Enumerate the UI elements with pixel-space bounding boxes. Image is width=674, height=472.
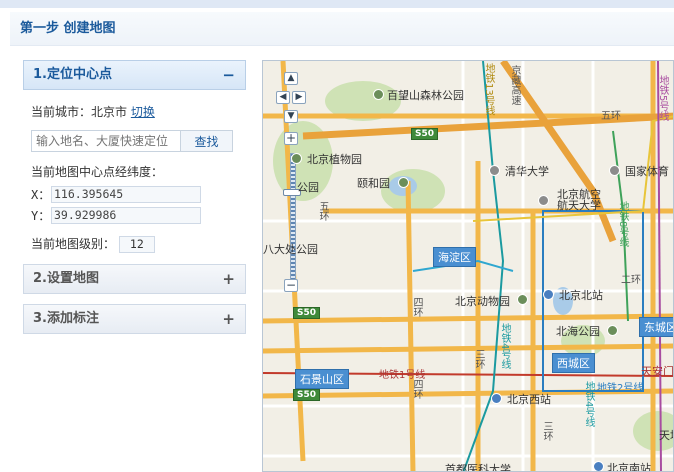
highway-s50-shield: S50 <box>293 307 321 319</box>
panel-set-map-label: 2.设置地图 <box>33 271 99 286</box>
zoom-level-row: 当前地图级别： 12 <box>31 232 238 256</box>
park-icon <box>373 89 384 100</box>
station-icon <box>491 393 502 404</box>
zoo-icon <box>517 294 528 305</box>
map-label-bjnorth: 北京北站 <box>559 289 603 302</box>
y-label: Y： <box>31 209 51 223</box>
school-icon <box>538 195 549 206</box>
road-label-sihuan: 四环 <box>411 297 422 317</box>
metro-label-4: 地铁4号线 <box>499 323 510 370</box>
road-label-jingzang: 京藏高速 <box>509 65 520 105</box>
map-label-baiwang: 百望山森林公园 <box>387 89 464 102</box>
district-xicheng: 西城区 <box>552 353 595 373</box>
zoom-level-label: 当前地图级别： <box>31 237 116 251</box>
switch-city-link[interactable]: 切换 <box>131 105 155 119</box>
zoom-out-button[interactable]: − <box>284 279 298 292</box>
x-label: X： <box>31 188 51 202</box>
panel-locate-center-header[interactable]: 1.定位中心点 − <box>23 60 246 90</box>
map-label-yiheyuan: 颐和园 <box>357 177 390 190</box>
metro-label-1: 地铁1号线 <box>379 370 426 381</box>
map-label-beihang: 北京航空 航天大学 <box>557 188 601 212</box>
district-dongcheng: 东城区 <box>639 317 673 337</box>
district-shijingshan: 石景山区 <box>295 369 349 389</box>
map-label-tsinghua: 清华大学 <box>505 165 549 178</box>
x-coord-row: X： 116.395645 <box>31 184 238 205</box>
expand-icon[interactable]: + <box>222 305 235 333</box>
district-haidian: 海淀区 <box>433 247 476 267</box>
zoom-slider-track[interactable] <box>290 153 296 283</box>
top-strip <box>0 0 674 8</box>
road-label-sanhuan: 三环 <box>473 349 484 369</box>
map-label-tiananmen: 天安门 <box>641 365 674 378</box>
y-coord-row: Y： 39.929986 <box>31 205 238 226</box>
y-coord-field[interactable]: 39.929986 <box>51 207 201 224</box>
collapse-icon[interactable]: − <box>222 61 235 89</box>
road-label-wuhuan: 五环 <box>601 111 621 122</box>
park-icon <box>398 177 409 188</box>
road-label-wuhuan-west: 五环 <box>317 201 328 221</box>
stadium-icon <box>609 165 620 176</box>
highway-s50-shield: S50 <box>293 389 321 401</box>
road-label-sihuan-south: 四环 <box>411 379 422 399</box>
pan-down-button[interactable]: ▼ <box>284 110 298 123</box>
metro-label-2: 地铁2号线 <box>597 383 644 394</box>
map-label-capital-med: 首都医科大学 <box>445 463 511 472</box>
search-row: 查找 <box>31 130 238 152</box>
metro-label-4-south: 地铁4号线 <box>583 381 594 428</box>
park-icon <box>607 325 618 336</box>
map-label-zoo: 北京动物园 <box>455 295 510 308</box>
school-icon <box>489 165 500 176</box>
panel-add-marker-label: 3.添加标注 <box>33 311 99 326</box>
map-label-bjwest: 北京西站 <box>507 393 551 406</box>
map-label-badachu: 八大处公园 <box>263 243 318 256</box>
map-label-ncenter: 国家体育 <box>625 165 669 178</box>
panel-add-marker-header[interactable]: 3.添加标注 + <box>23 304 246 334</box>
road-label-sanhuan-south: 三环 <box>541 421 552 441</box>
map-label-park: 公园 <box>297 181 319 194</box>
metro-label-13: 地铁13号线 <box>483 63 494 116</box>
map-canvas[interactable]: ▲ ◀ ▶ ▼ + − 百望山森林公园 北京植物园 颐和园 清华大学 北京航空 … <box>262 60 674 472</box>
metro-line-5 <box>657 61 662 471</box>
panel-locate-center-label: 1.定位中心点 <box>33 67 112 82</box>
pan-up-button[interactable]: ▲ <box>284 72 298 85</box>
center-coords-label: 当前地图中心点经纬度： <box>31 165 164 179</box>
map-label-bjsouth: 北京南站 <box>607 462 651 472</box>
search-button[interactable]: 查找 <box>181 130 233 152</box>
search-input[interactable] <box>31 130 181 152</box>
current-city-label: 当前城市：北京市 <box>31 105 128 119</box>
station-icon <box>593 461 604 471</box>
map-label-beihai: 北海公园 <box>556 325 600 338</box>
current-city-row: 当前城市：北京市 切换 <box>31 100 238 124</box>
sidebar: 1.定位中心点 − 当前城市：北京市 切换 查找 当前地图中心点经纬度： X： … <box>23 60 246 334</box>
park-icon <box>291 153 302 164</box>
page-title: 第一步 创建地图 <box>20 21 116 36</box>
zoom-level-field[interactable]: 12 <box>118 236 155 253</box>
pan-right-button[interactable]: ▶ <box>292 91 306 104</box>
station-icon <box>543 289 554 300</box>
map-label-botanical: 北京植物园 <box>307 153 362 166</box>
expand-icon[interactable]: + <box>222 265 235 293</box>
zoom-in-button[interactable]: + <box>284 132 298 145</box>
road-label-erhuan: 二环 <box>621 275 641 286</box>
highway-s50-shield: S50 <box>411 128 439 140</box>
map-label-tian: 天坛 <box>659 429 673 442</box>
metro-label-8: 地铁8号线 <box>617 201 628 248</box>
panel-set-map-header[interactable]: 2.设置地图 + <box>23 264 246 294</box>
panel-locate-center-body: 当前城市：北京市 切换 查找 当前地图中心点经纬度： X： 116.395645… <box>23 90 246 264</box>
step-header: 第一步 创建地图 <box>10 12 674 46</box>
metro-label-5: 地铁5号线 <box>657 75 668 122</box>
x-coord-field[interactable]: 116.395645 <box>51 186 201 203</box>
pan-left-button[interactable]: ◀ <box>276 91 290 104</box>
